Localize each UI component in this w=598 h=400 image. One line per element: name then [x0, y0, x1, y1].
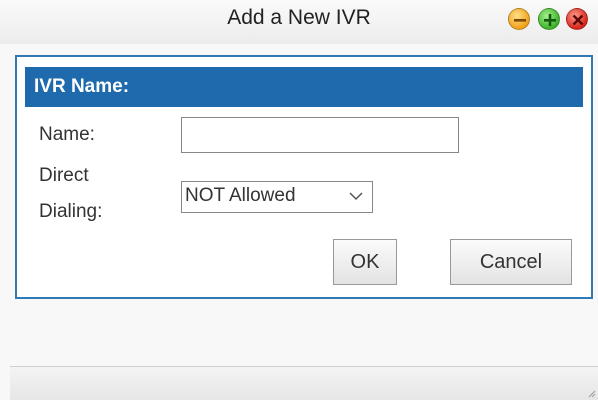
- title-bar[interactable]: Add a New IVR: [0, 0, 598, 44]
- close-icon: [572, 14, 584, 26]
- ivr-dialog: Add a New IVR IVR Name: Name: Direct Dia…: [0, 0, 598, 400]
- direct-dialing-value: NOT Allowed: [185, 185, 296, 206]
- section-header: IVR Name:: [25, 67, 583, 107]
- direct-dialing-label: Direct: [39, 165, 89, 186]
- minimize-icon: [514, 19, 526, 22]
- direct-dialing-select[interactable]: NOT Allowed: [181, 181, 373, 213]
- ok-button[interactable]: OK: [333, 239, 397, 285]
- cancel-button[interactable]: Cancel: [450, 239, 572, 285]
- name-label: Name:: [39, 124, 95, 145]
- direct-dialing-label-cont: Dialing:: [39, 201, 103, 222]
- status-bar: [10, 366, 598, 400]
- close-button[interactable]: [566, 8, 588, 30]
- resize-grip-icon[interactable]: [586, 388, 596, 398]
- maximize-icon: [544, 14, 556, 26]
- chevron-down-icon: [349, 192, 363, 201]
- minimize-button[interactable]: [508, 8, 530, 30]
- maximize-button[interactable]: [538, 8, 560, 30]
- ivr-form-panel: IVR Name: Name: Direct Dialing: NOT Allo…: [15, 55, 593, 299]
- name-input[interactable]: [181, 117, 459, 153]
